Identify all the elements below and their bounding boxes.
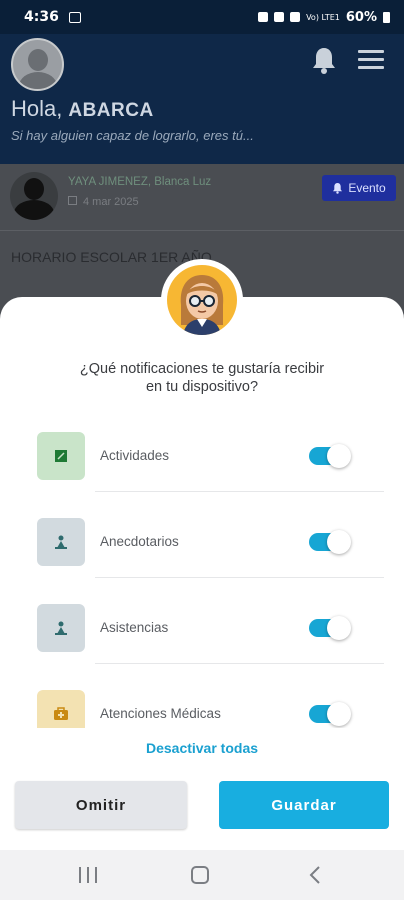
mascot-illustration — [180, 275, 224, 335]
signal-text: Vo) LTE1 — [306, 12, 340, 22]
toggle-atenciones-medicas[interactable] — [309, 702, 351, 726]
activities-icon — [37, 432, 85, 480]
notification-list[interactable]: Actividades Anecdotarios Asistencias Ate… — [0, 420, 404, 728]
battery-level: 60% — [345, 9, 377, 25]
divider — [95, 491, 384, 492]
divider — [95, 663, 384, 664]
calendar-icon — [68, 196, 77, 205]
post-author: YAYA JIMENEZ, Blanca Luz — [68, 176, 212, 188]
deactivate-all-link[interactable]: Desactivar todas — [0, 740, 404, 756]
recent-apps-icon[interactable] — [79, 867, 97, 883]
notification-label: Anecdotarios — [100, 534, 179, 549]
toggle-anecdotarios[interactable] — [309, 530, 351, 554]
author-avatar — [10, 172, 58, 220]
save-button[interactable]: Guardar — [219, 781, 389, 829]
event-badge-label: Evento — [348, 181, 386, 195]
anecdote-icon — [37, 518, 85, 566]
notification-item-asistencias: Asistencias — [0, 592, 404, 678]
notification-item-atenciones-medicas: Atenciones Médicas — [0, 678, 404, 728]
user-name: ABARCA — [68, 100, 154, 121]
alarm-icon — [258, 12, 269, 22]
notification-label: Actividades — [100, 448, 170, 463]
notification-label: Atenciones Médicas — [100, 706, 221, 721]
bell-icon[interactable] — [311, 46, 337, 74]
medical-kit-icon — [37, 690, 85, 728]
gallery-icon — [68, 11, 81, 23]
divider — [95, 577, 384, 578]
sheet-question: ¿Qué notificaciones te gustaría recibir … — [0, 360, 404, 396]
greeting: Hola, ABARCA — [11, 96, 154, 122]
post-date-text: 4 mar 2025 — [83, 196, 139, 208]
battery-icon — [383, 11, 390, 23]
home-icon[interactable] — [191, 866, 209, 884]
post-title: HORARIO ESCOLAR 1ER AÑO — [11, 249, 212, 265]
tagline: Si hay alguien capaz de lograrlo, eres t… — [11, 128, 254, 143]
omit-button[interactable]: Omitir — [15, 781, 187, 829]
notification-label: Asistencias — [100, 620, 169, 635]
toggle-asistencias[interactable] — [309, 616, 351, 640]
mascot-avatar — [161, 259, 243, 341]
greeting-text: Hola, — [11, 96, 63, 121]
wifi-icon — [290, 12, 301, 22]
divider — [0, 230, 404, 231]
status-bar: 4:36 Vo) LTE1 60% — [0, 0, 404, 34]
bluetooth-icon — [274, 12, 285, 22]
attendance-icon — [37, 604, 85, 652]
question-line-2: en tu dispositivo? — [145, 379, 259, 395]
status-icons: Vo) LTE1 60% — [258, 10, 390, 25]
post-date: 4 mar 2025 — [68, 196, 139, 208]
toggle-actividades[interactable] — [309, 444, 351, 468]
question-line-1: ¿Qué notificaciones te gustaría recibir — [79, 361, 325, 377]
notification-item-anecdotarios: Anecdotarios — [0, 506, 404, 592]
app-header: Hola, ABARCA Si hay alguien capaz de logr… — [0, 34, 404, 164]
menu-icon[interactable] — [358, 50, 384, 70]
bell-icon — [333, 183, 343, 194]
status-time: 4:36 — [24, 9, 59, 25]
back-icon[interactable] — [308, 865, 322, 885]
event-badge: Evento — [322, 175, 396, 201]
system-nav-bar — [0, 850, 404, 900]
notification-item-actividades: Actividades — [0, 420, 404, 506]
user-avatar[interactable] — [11, 38, 64, 91]
